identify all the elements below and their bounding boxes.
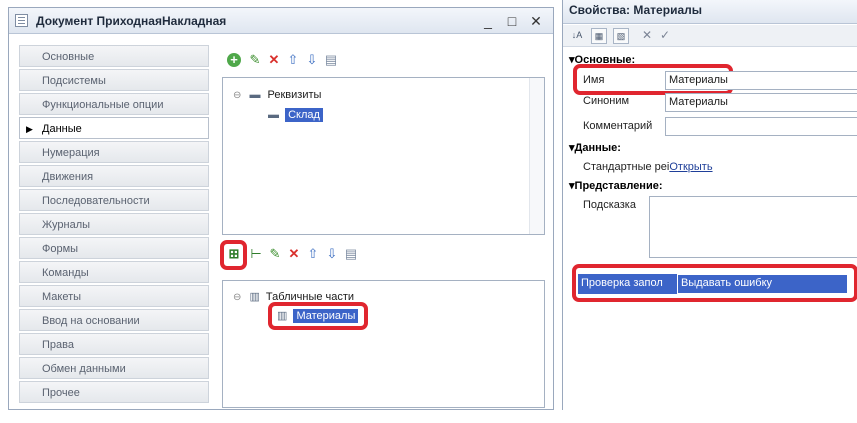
nav-item-label: Макеты	[42, 291, 82, 303]
requisites-scrollbar[interactable]	[529, 78, 544, 234]
active-arrow-icon: ▶	[26, 124, 33, 134]
nav-item-label: Подсистемы	[42, 75, 106, 87]
edit-icon[interactable]: ✎	[247, 52, 263, 68]
nav-item-label: Журналы	[42, 219, 91, 231]
nav-item-functional-options[interactable]: Функциональные опции	[19, 93, 209, 115]
nav-item-data-exchange[interactable]: Обмен данными	[19, 357, 209, 379]
nav-item-label: Нумерация	[42, 147, 100, 159]
move-down-icon[interactable]: ⇩	[324, 246, 340, 262]
close-button[interactable]: ✕	[527, 12, 545, 30]
nav-item-forms[interactable]: Формы	[19, 237, 209, 259]
name-field[interactable]: Материалы	[665, 71, 857, 90]
nav-item-other[interactable]: Прочее	[19, 381, 209, 403]
move-up-icon[interactable]: ⇧	[285, 52, 301, 68]
nav-item-templates[interactable]: Макеты	[19, 285, 209, 307]
nav-item-movements[interactable]: Движения	[19, 165, 209, 187]
properties-title: Свойства: Материалы	[569, 3, 702, 17]
requisites-tree: ⊖ ▬ Реквизиты ▬ Склад	[222, 77, 545, 235]
categorized-icon[interactable]: ▦	[591, 28, 607, 44]
tabular-toolbar: ⊞ ⊢ ✎ ✕ ⇧ ⇩ ▤	[226, 246, 426, 264]
fill-check-label: Проверка запол	[581, 277, 663, 289]
hint-field[interactable]	[649, 196, 857, 258]
window-title: Документ ПриходнаяНакладная	[36, 14, 227, 28]
nav-item-label: Прочее	[42, 387, 80, 399]
collapse-icon[interactable]: ⊖	[233, 90, 241, 101]
nav-item-subsystems[interactable]: Подсистемы	[19, 69, 209, 91]
section-label: Данные:	[574, 142, 621, 154]
window-titlebar: Документ ПриходнаяНакладная _ □ ✕	[9, 8, 553, 34]
nav-item-label: Функциональные опции	[42, 99, 164, 111]
nav-item-label: Ввод на основании	[42, 315, 140, 327]
comment-field[interactable]	[665, 117, 857, 136]
std-attributes-text: Стандартные реі	[583, 161, 670, 173]
section-presentation-header[interactable]: ▾Представление:	[569, 179, 663, 192]
nav-item-journals[interactable]: Журналы	[19, 213, 209, 235]
tree-node-label: Склад	[285, 108, 323, 122]
nav-item-numbering[interactable]: Нумерация	[19, 141, 209, 163]
nav-item-data[interactable]: ▶ Данные	[19, 117, 209, 139]
sort-az-icon[interactable]: ↓A	[569, 28, 585, 44]
nav-item-label: Основные	[42, 51, 95, 63]
properties-panel: Свойства: Материалы ↓A ▦ ▧ ✕ ✓ ▾Основные…	[562, 0, 857, 410]
nav-item-label: Обмен данными	[42, 363, 126, 375]
tree-node-label: Реквизиты	[267, 89, 322, 101]
properties-titlebar: Свойства: Материалы	[563, 0, 857, 24]
synonym-field[interactable]: Материалы	[665, 93, 857, 112]
table-icon: ▥	[277, 310, 288, 322]
nav-item-label: Команды	[42, 267, 89, 279]
nav-item-commands[interactable]: Команды	[19, 261, 209, 283]
nav-item-label: Последовательности	[42, 195, 150, 207]
requisites-toolbar: + ✎ ✕ ⇧ ⇩ ▤	[227, 52, 427, 70]
sort-list-icon[interactable]: ▤	[323, 52, 339, 68]
collapse-icon[interactable]: ⊖	[233, 292, 241, 303]
move-up-icon[interactable]: ⇧	[305, 246, 321, 262]
nav-item-label: Формы	[42, 243, 79, 255]
sort-list-icon[interactable]: ▤	[343, 246, 359, 262]
document-window: Документ ПриходнаяНакладная _ □ ✕ Основн…	[8, 7, 554, 410]
edit-icon[interactable]: ✎	[267, 246, 283, 262]
tabular-parts-tree: ⊖ ▥ Табличные части ▥ Материалы	[222, 280, 545, 408]
attribute-icon: ▬	[268, 109, 279, 121]
nav-item-label: Данные	[42, 123, 82, 135]
section-data-header[interactable]: ▾Данные:	[569, 141, 621, 154]
nav-item-sequences[interactable]: Последовательности	[19, 189, 209, 211]
tree-node-requisites[interactable]: ⊖ ▬ Реквизиты	[233, 89, 321, 101]
tree-node-label: Материалы	[293, 309, 359, 323]
section-label: Представление:	[574, 180, 663, 192]
synonym-label: Синоним	[583, 95, 630, 107]
tree-node-materials[interactable]: ▥ Материалы	[277, 309, 359, 323]
left-nav: Основные Подсистемы Функциональные опции…	[19, 45, 209, 405]
maximize-button[interactable]: □	[503, 12, 521, 30]
comment-label: Комментарий	[583, 120, 653, 132]
filter-icon[interactable]: ▧	[613, 28, 629, 44]
minimize-button[interactable]: _	[479, 12, 497, 30]
nav-item-rights[interactable]: Права	[19, 333, 209, 355]
fill-check-select[interactable]: Выдавать ошибку	[677, 274, 848, 294]
std-attributes-label: Стандартные реіОткрыть	[583, 161, 713, 173]
clear-icon[interactable]: ✕	[639, 28, 655, 44]
move-down-icon[interactable]: ⇩	[304, 52, 320, 68]
add-attribute-icon[interactable]: ⊢	[248, 246, 264, 262]
table-icon: ▥	[249, 291, 260, 303]
hint-label: Подсказка	[583, 199, 636, 211]
nav-item-main[interactable]: Основные	[19, 45, 209, 67]
add-icon[interactable]: +	[227, 53, 241, 67]
add-tabular-part-icon[interactable]: ⊞	[226, 246, 242, 262]
delete-icon[interactable]: ✕	[286, 246, 302, 262]
confirm-icon[interactable]: ✓	[657, 28, 673, 44]
delete-icon[interactable]: ✕	[266, 52, 282, 68]
nav-item-input-based[interactable]: Ввод на основании	[19, 309, 209, 331]
nav-item-label: Движения	[42, 171, 94, 183]
properties-toolbar: ↓A ▦ ▧ ✕ ✓	[563, 25, 857, 47]
nav-item-label: Права	[42, 339, 74, 351]
std-attributes-open-link[interactable]: Открыть	[669, 161, 712, 173]
tree-node-warehouse[interactable]: ▬ Склад	[268, 108, 323, 122]
name-label: Имя	[583, 74, 605, 86]
attribute-group-icon: ▬	[249, 89, 261, 101]
document-icon	[15, 14, 28, 27]
